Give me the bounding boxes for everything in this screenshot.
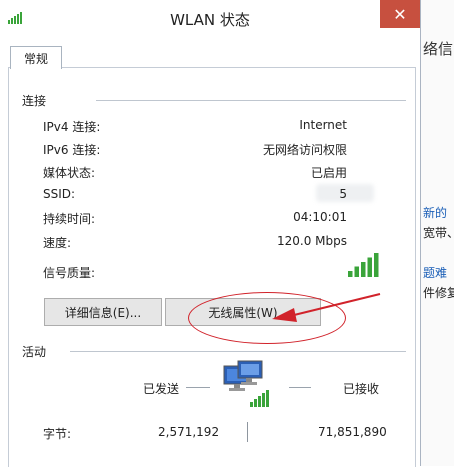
background-window: 络信 新的 宽带、 题难 件修复 bbox=[418, 0, 454, 466]
signal-bar bbox=[367, 257, 372, 277]
ipv6-label: IPv6 连接: bbox=[43, 143, 101, 157]
bytes-received-value: 71,851,890 bbox=[318, 425, 387, 439]
activity-divider bbox=[247, 422, 248, 442]
wlan-status-dialog: WLAN 状态 ✕ 常规 连接 IPv4 连接: Internet IPv6 连… bbox=[0, 0, 421, 467]
activity-separator bbox=[70, 351, 406, 352]
ipv4-value: Internet bbox=[299, 118, 347, 132]
background-text-1: 宽带、 bbox=[423, 226, 454, 240]
signal-bar bbox=[374, 253, 379, 277]
activity-group-title: 活动 bbox=[22, 343, 53, 360]
close-icon: ✕ bbox=[393, 4, 407, 24]
close-button[interactable]: ✕ bbox=[380, 0, 420, 28]
ssid-value: 5 bbox=[339, 187, 347, 201]
background-link-2[interactable]: 题难 bbox=[423, 264, 447, 281]
background-link-1[interactable]: 新的 bbox=[423, 204, 447, 221]
sent-label: 已发送 bbox=[143, 382, 180, 396]
tab-strip: 常规 bbox=[0, 38, 420, 69]
signal-quality-label: 信号质量: bbox=[43, 266, 96, 280]
ssid-label: SSID: bbox=[43, 187, 76, 201]
speed-value: 120.0 Mbps bbox=[276, 234, 347, 248]
received-line bbox=[289, 387, 311, 388]
background-text-2: 件修复 bbox=[423, 286, 454, 300]
signal-strength-icon bbox=[348, 253, 379, 277]
ipv4-label: IPv4 连接: bbox=[43, 120, 101, 134]
network-computers-icon bbox=[223, 360, 269, 407]
details-button[interactable]: 详细信息(E)... bbox=[44, 298, 162, 326]
signal-bar bbox=[348, 271, 353, 277]
duration-value: 04:10:01 bbox=[293, 210, 347, 224]
media-state-value: 已启用 bbox=[310, 166, 347, 180]
tab-general[interactable]: 常规 bbox=[10, 46, 62, 69]
ipv6-value: 无网络访问权限 bbox=[262, 143, 347, 157]
signal-bar bbox=[354, 266, 359, 277]
bytes-label: 字节: bbox=[43, 427, 72, 441]
connection-separator bbox=[96, 100, 406, 101]
duration-label: 持续时间: bbox=[43, 212, 96, 226]
window-title: WLAN 状态 bbox=[170, 11, 250, 29]
background-heading: 络信 bbox=[423, 40, 454, 58]
connection-group-title: 连接 bbox=[22, 92, 53, 109]
red-arrow-annotation bbox=[272, 293, 381, 322]
media-state-label: 媒体状态: bbox=[43, 166, 96, 180]
title-bar[interactable]: WLAN 状态 ✕ bbox=[0, 0, 420, 38]
signal-bar bbox=[361, 262, 366, 277]
sent-line bbox=[186, 387, 210, 388]
received-label: 已接收 bbox=[343, 382, 380, 396]
tab-general-label: 常规 bbox=[23, 51, 48, 66]
speed-label: 速度: bbox=[43, 236, 72, 250]
bytes-sent-value: 2,571,192 bbox=[158, 425, 220, 439]
